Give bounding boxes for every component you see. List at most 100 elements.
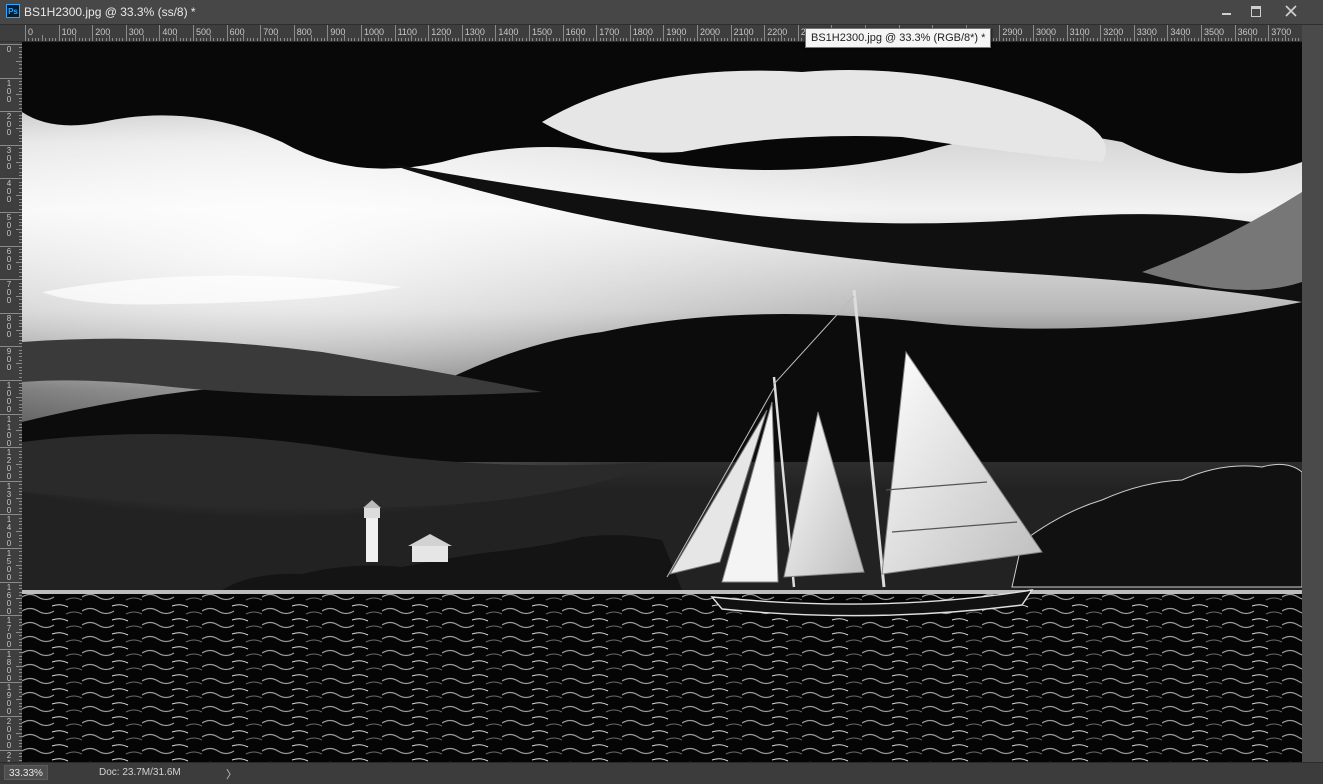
ruler-minor-tick: [1258, 38, 1259, 41]
ruler-minor-tick: [1261, 38, 1262, 41]
ruler-minor-tick: [85, 38, 86, 41]
ruler-label: 300: [129, 27, 144, 37]
ruler-minor-tick: [156, 38, 157, 41]
ruler-minor-tick: [653, 38, 654, 41]
ruler-minor-tick: [1245, 38, 1246, 41]
ruler-label: 1600: [5, 584, 13, 616]
ruler-minor-tick: [1006, 38, 1007, 41]
ruler-label: 1600: [566, 27, 586, 37]
ruler-minor-tick: [1154, 38, 1155, 41]
ruler-major-tick: [428, 25, 429, 41]
ruler-minor-tick: [348, 38, 349, 41]
ruler-minor-tick: [556, 38, 557, 41]
ruler-major-tick: [0, 145, 22, 146]
ruler-minor-tick: [704, 38, 705, 41]
ruler-minor-tick: [89, 38, 90, 41]
ruler-minor-tick: [203, 38, 204, 41]
ruler-major-tick: [327, 25, 328, 41]
ruler-minor-tick: [96, 38, 97, 41]
ruler-minor-tick: [385, 38, 386, 41]
ruler-minor-tick: [297, 38, 298, 41]
image-canvas[interactable]: [22, 42, 1302, 762]
ruler-minor-tick: [677, 38, 678, 41]
ruler-minor-tick: [1077, 38, 1078, 41]
vertical-ruler[interactable]: 0100200300400500600700800900100011001200…: [0, 42, 23, 762]
ruler-minor-tick: [337, 38, 338, 41]
maximize-icon: [1251, 6, 1261, 17]
ruler-minor-tick: [1087, 38, 1088, 41]
ruler-minor-tick: [200, 38, 201, 41]
ruler-label: 600: [230, 27, 245, 37]
ruler-label: 1800: [633, 27, 653, 37]
ruler-minor-tick: [368, 38, 369, 41]
ruler-label: 2100: [5, 752, 13, 762]
ruler-minor-tick: [667, 38, 668, 41]
ruler-minor-tick: [1080, 38, 1081, 41]
ruler-minor-tick: [267, 38, 268, 41]
ruler-major-tick: [0, 716, 22, 717]
ruler-major-tick: [1268, 25, 1269, 41]
ruler-major-tick: [0, 44, 22, 45]
close-button[interactable]: [1278, 2, 1304, 20]
ruler-origin-corner[interactable]: [0, 25, 23, 42]
ruler-minor-tick: [334, 38, 335, 41]
ruler-label: 3500: [1204, 27, 1224, 37]
ruler-minor-tick: [576, 38, 577, 41]
ruler-minor-tick: [354, 38, 355, 41]
ruler-major-tick: [0, 111, 22, 112]
ruler-minor-tick: [1003, 38, 1004, 41]
ruler-minor-tick: [374, 38, 375, 41]
ruler-minor-tick: [153, 38, 154, 41]
ruler-minor-tick: [230, 38, 231, 41]
ruler-major-tick: [0, 279, 22, 280]
ruler-minor-tick: [754, 38, 755, 41]
ruler-minor-tick: [32, 38, 33, 41]
horizontal-ruler[interactable]: 0100200300400500600700800900100011001200…: [22, 25, 1302, 42]
ruler-minor-tick: [1198, 38, 1199, 41]
ruler-major-tick: [0, 414, 22, 415]
ruler-minor-tick: [1026, 38, 1027, 41]
ruler-minor-tick: [690, 38, 691, 41]
status-menu-arrow-icon[interactable]: 〉: [226, 766, 237, 782]
ruler-label: 1400: [5, 516, 13, 548]
ruler-label: 100: [62, 27, 77, 37]
document-title[interactable]: BS1H2300.jpg @ 33.3% (ss/8) *: [24, 5, 196, 19]
ruler-minor-tick: [1298, 38, 1299, 41]
ruler-major-tick: [697, 25, 698, 41]
minimize-button[interactable]: [1214, 2, 1240, 20]
ruler-minor-tick: [186, 38, 187, 41]
ruler-minor-tick: [778, 38, 779, 41]
panel-dock-edge[interactable]: [1302, 25, 1323, 762]
ruler-minor-tick: [1228, 38, 1229, 41]
ruler-minor-tick: [341, 38, 342, 41]
ruler-label: 1800: [5, 651, 13, 683]
ruler-major-tick: [1201, 25, 1202, 41]
ruler-label: 3700: [1271, 27, 1291, 37]
ruler-major-tick: [92, 25, 93, 41]
ruler-minor-tick: [1030, 38, 1031, 41]
ruler-minor-tick: [626, 38, 627, 41]
ruler-minor-tick: [452, 38, 453, 41]
ruler-minor-tick: [516, 38, 517, 41]
ruler-minor-tick: [62, 38, 63, 41]
ruler-minor-tick: [1188, 38, 1189, 41]
document-size-info[interactable]: Doc: 23.7M/31.6M: [99, 767, 181, 778]
ruler-minor-tick: [606, 38, 607, 41]
ruler-minor-tick: [190, 38, 191, 41]
ruler-label: 2900: [1002, 27, 1022, 37]
ruler-label: 100: [5, 80, 13, 104]
ruler-minor-tick: [640, 38, 641, 41]
ruler-minor-tick: [1104, 38, 1105, 41]
ruler-minor-tick: [1225, 38, 1226, 41]
maximize-button[interactable]: [1243, 2, 1269, 20]
ruler-minor-tick: [1248, 38, 1249, 41]
ruler-label: 1500: [532, 27, 552, 37]
ruler-minor-tick: [166, 38, 167, 41]
ruler-minor-tick: [1060, 38, 1061, 41]
ruler-minor-tick: [1124, 38, 1125, 41]
zoom-level-field[interactable]: 33.33%: [4, 765, 48, 780]
ruler-minor-tick: [290, 38, 291, 41]
ruler-minor-tick: [183, 38, 184, 41]
ruler-minor-tick: [1127, 38, 1128, 41]
ruler-label: 3000: [1036, 27, 1056, 37]
